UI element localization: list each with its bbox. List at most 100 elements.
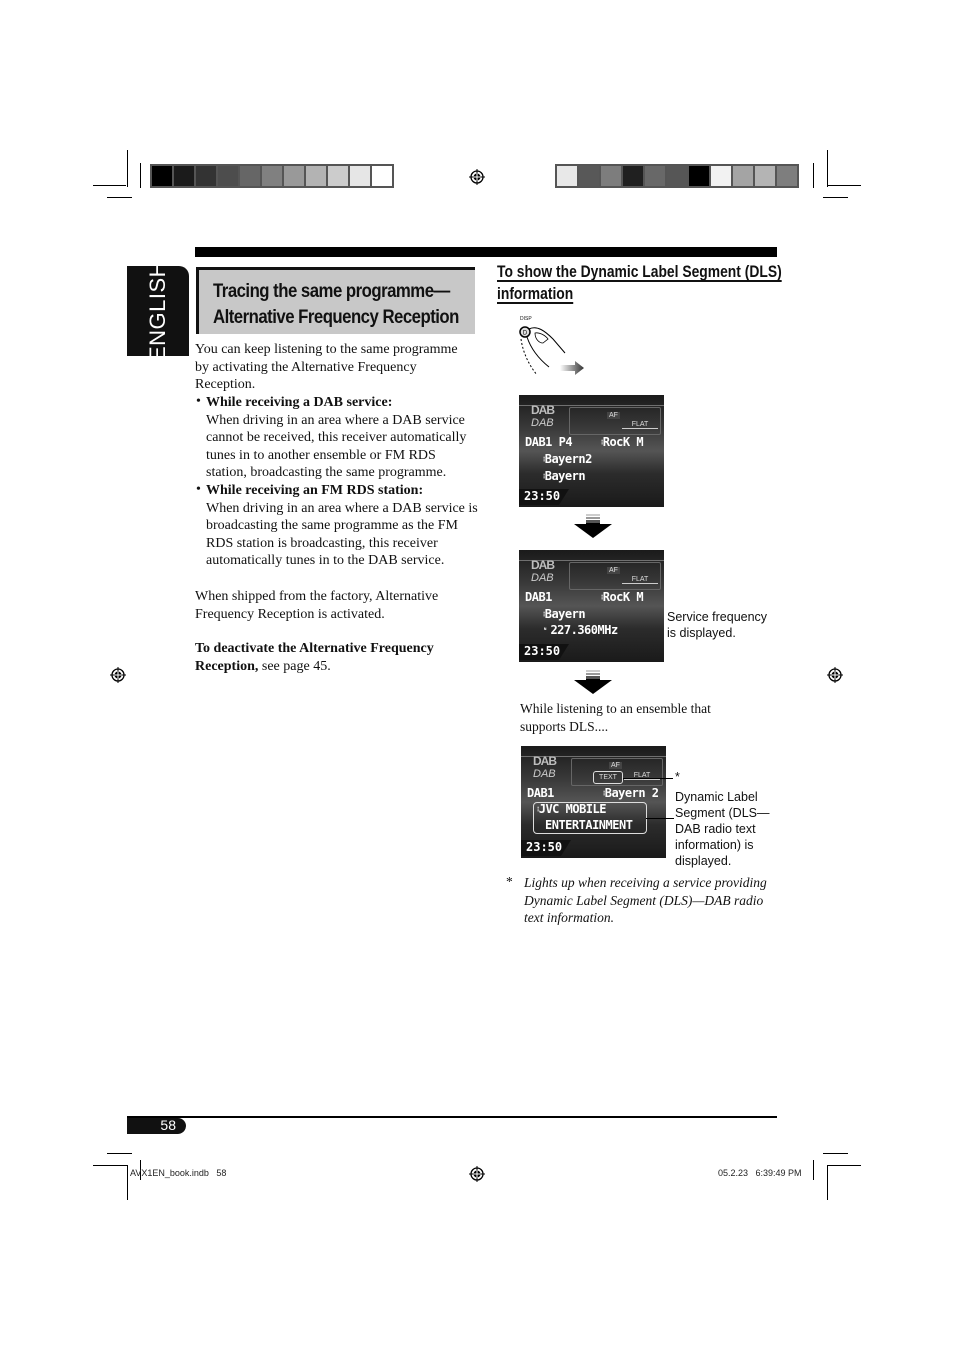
bullet-text: When driving in an area where a DAB serv… (206, 500, 478, 569)
color-swatch (350, 166, 370, 186)
top-rule (195, 247, 777, 257)
color-swatch (645, 166, 665, 186)
color-swatch (262, 166, 282, 186)
color-calibration-bar-left (150, 164, 394, 188)
af-indicator: AF (607, 567, 620, 574)
radio-display-2: DAB DAB AF FLAT DAB1 ⁝RocK M ⁝Bayern ᴺ 2… (519, 550, 664, 662)
dls-line-2: ENTERTAINMENT (545, 818, 633, 832)
leader-line (623, 778, 673, 779)
crop-mark (93, 1165, 128, 1166)
registration-mark-icon (110, 667, 126, 683)
color-swatch (240, 166, 260, 186)
af-indicator: AF (607, 412, 620, 419)
page-number-tab: 58 (127, 1118, 186, 1134)
svg-text:D: D (523, 331, 528, 337)
asterisk-marker: * (675, 770, 680, 784)
finger-press-disp-icon[interactable]: D (515, 323, 590, 378)
color-swatch (777, 166, 797, 186)
service-label: Bayern 2 (604, 786, 659, 800)
dab-logo-sub: DAB (533, 768, 556, 780)
crop-mark (828, 185, 861, 186)
color-swatch (284, 166, 304, 186)
clock-time: 23:50 (526, 840, 563, 854)
color-swatch (755, 166, 775, 186)
clock: 23:50 (519, 489, 569, 505)
registration-mark-icon (469, 1166, 485, 1182)
dls-line-1: JVC MOBILE (538, 802, 607, 816)
language-tab-label: ENGLISH (145, 260, 170, 362)
arrow-down-icon (574, 670, 612, 694)
crop-mark (827, 1165, 828, 1200)
bullet-marker: • (196, 394, 201, 409)
clock-time: 23:50 (524, 644, 561, 658)
dab-logo: DAB (531, 558, 555, 572)
language-tab: ENGLISH (127, 261, 189, 361)
bullet-dab: While receiving a DAB service: When driv… (206, 394, 478, 482)
color-swatch (218, 166, 238, 186)
color-swatch (623, 166, 643, 186)
crop-mark (823, 1153, 848, 1154)
bullet-marker: • (196, 482, 201, 497)
dab-logo-sub: DAB (531, 417, 554, 429)
color-swatch (601, 166, 621, 186)
flat-indicator: FLAT (622, 576, 658, 584)
clock: 23:50 (521, 840, 571, 856)
crop-mark (813, 163, 814, 188)
crop-mark (140, 163, 141, 188)
section-heading: To show the Dynamic Label Segment (DLS) … (497, 262, 782, 305)
crop-mark (828, 1165, 861, 1166)
color-swatch (174, 166, 194, 186)
bullet-text: When driving in an area where a DAB serv… (206, 412, 467, 481)
text-indicator-label: TEXT (599, 774, 617, 781)
color-swatch (579, 166, 599, 186)
text-indicator: TEXT (593, 771, 623, 784)
deactivate-note: To deactivate the Alternative Frequency … (195, 640, 465, 675)
ensemble-preset: DAB1 P4 (525, 435, 573, 449)
crop-mark (813, 1160, 814, 1180)
footnote-marker: * (506, 874, 513, 889)
bullet-heading: While receiving an FM RDS station: (206, 483, 424, 498)
color-swatch (372, 166, 392, 186)
page-number: 58 (160, 1117, 176, 1133)
title-line-1: Tracing the same programme— (213, 280, 450, 302)
color-swatch (557, 166, 577, 186)
page-title: Tracing the same programme— Alternative … (196, 267, 475, 334)
intro-paragraph: You can keep listening to the same progr… (195, 342, 458, 393)
section-heading-line-2: information (497, 284, 574, 303)
crop-mark (827, 150, 828, 187)
registration-mark-icon (469, 169, 485, 185)
color-swatch (328, 166, 348, 186)
crop-mark (823, 197, 848, 198)
color-swatch (689, 166, 709, 186)
title-line-2: Alternative Frequency Reception (213, 306, 459, 328)
color-swatch (196, 166, 216, 186)
page-reference-link[interactable]: see page 45. (258, 659, 331, 674)
clock-time: 23:50 (524, 489, 561, 503)
service-label: Bayern (544, 607, 586, 621)
leader-line (646, 818, 674, 819)
radio-display-1: DAB DAB AF FLAT DAB1 P4 ⁝RocK M ⁝Bayern2… (519, 395, 664, 507)
footnote-text: Lights up when receiving a service provi… (524, 875, 767, 926)
color-swatch (733, 166, 753, 186)
color-calibration-bar-right (555, 164, 799, 188)
print-timestamp: 05.2.23 6:39:49 PM (718, 1168, 802, 1178)
ensemble-preset: DAB1 (527, 786, 554, 800)
file-slug: AVX1EN_book.indb 58 (130, 1168, 227, 1178)
dab-logo-sub: DAB (531, 572, 554, 584)
clock: 23:50 (519, 644, 569, 660)
ensemble-label: Bayern (544, 469, 586, 483)
factory-note: When shipped from the factory, Alternati… (195, 589, 439, 622)
dls-intro: While listening to an ensemble that supp… (520, 701, 711, 734)
service-label: Bayern2 (544, 452, 593, 466)
af-indicator: AF (609, 762, 622, 769)
section-heading-line-1: To show the Dynamic Label Segment (DLS) (497, 263, 782, 281)
arrow-down-icon (574, 514, 612, 538)
registration-mark-icon (827, 667, 843, 683)
color-swatch (711, 166, 731, 186)
color-swatch (667, 166, 687, 186)
color-swatch (152, 166, 172, 186)
radio-display-3: DAB DAB AF TEXT FLAT DAB1 ⁝Bayern 2 ⁝JVC… (521, 746, 666, 858)
bottom-rule (127, 1116, 777, 1118)
ensemble-preset: DAB1 (525, 590, 552, 604)
crop-mark (127, 150, 128, 187)
